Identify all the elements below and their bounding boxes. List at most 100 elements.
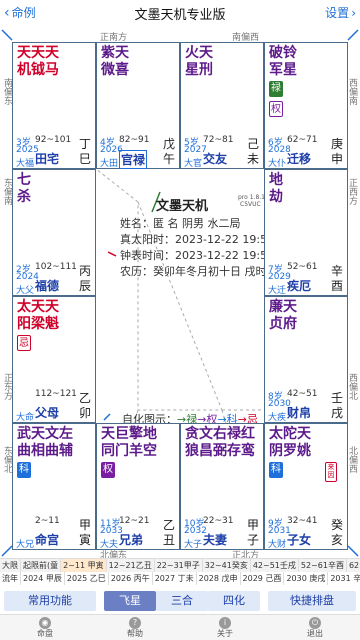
palace-name: 夫妻 — [203, 533, 228, 547]
palace-stars: 廉天 贞府 — [269, 299, 297, 332]
palace-si[interactable]: 天天天 机钺马 3岁 92~101 2025 大福 田宅丁巳 — [12, 42, 96, 169]
daxian-cell[interactable]: 大限 — [0, 559, 21, 572]
tab-help[interactable]: ? 帮助 — [90, 615, 180, 640]
chart-board: 正南方 南偏西 南偏东 西偏南 东偏南 正西方 正东方 西偏北 东偏北 北偏西 … — [0, 28, 360, 561]
daxian-row[interactable]: 大限 起限前(童 2~11 甲寅 12~21乙丑 22~31甲子 32~41癸亥 42~51… — [0, 558, 360, 572]
tab-label: 帮助 — [127, 629, 143, 638]
palace-you[interactable]: 地 劫 7岁 52~61 2029 大迁 疾厄辛酉 — [264, 169, 348, 296]
daxian-cell[interactable]: 52~61辛酉 — [299, 559, 347, 572]
palace-stars: 太天天 阳梁魁 — [17, 299, 59, 332]
exit-icon: ⏻ — [309, 617, 321, 629]
palace-range: 42~51 — [287, 389, 318, 399]
palace-shen[interactable]: 破铃 军星禄权 6岁 62~71 2028 大仆 迁移庚申 — [264, 42, 348, 169]
sanhe-tab[interactable]: 三合 — [156, 591, 208, 611]
palace-range: 52~61 — [287, 262, 318, 272]
liunian-cell[interactable]: 2025 乙巳 — [65, 572, 109, 585]
palace-yin[interactable]: 武天文左 曲相曲辅科 2~11 大兄 命宫甲寅 — [12, 423, 96, 550]
palace-grid: 文墨天机 pro 1.8.11 C5VUC 姓名：匿 名 阴男 水二局 真太阳时… — [12, 42, 348, 550]
sihua-badge: 权 — [101, 462, 115, 478]
palace-footer: 2~11 大兄 命宫甲寅 — [13, 515, 95, 550]
settings-button[interactable]: 设置 › — [325, 4, 356, 21]
palace-mao[interactable]: 太天天 阳梁魁忌 112~121 大命 父母乙卯 — [12, 296, 96, 423]
palace-branch: 丑 — [162, 533, 175, 547]
liunian-cell[interactable]: 2028 戊申 — [197, 572, 241, 585]
palace-footer: 112~121 大命 父母乙卯 — [13, 388, 95, 423]
palace-name: 田宅 — [35, 152, 60, 166]
liunian-cell[interactable]: 2031 辛亥 — [328, 572, 360, 585]
palace-stars: 紫天 微喜 — [101, 45, 129, 78]
palace-footer: 5岁 72~81 2027 大官 交友己未 — [181, 134, 263, 169]
page-title: 文墨天机专业版 — [134, 8, 226, 23]
palace-name: 官禄 — [119, 150, 148, 169]
palace-wu[interactable]: 紫天 微喜 4岁 82~91 2026 大田 官禄戊午 — [96, 42, 180, 169]
tab-about[interactable]: i 关于 — [180, 615, 270, 640]
tab-chart[interactable]: ◉ 命盘 — [0, 615, 90, 640]
daxian-cell[interactable]: 42~51壬戌 — [251, 559, 299, 572]
palace-stars: 太陀天 阴罗姚 — [269, 426, 311, 459]
quick-chart-button[interactable]: 快捷排盘 — [268, 591, 356, 611]
liunian-cell[interactable]: 2029 己酉 — [241, 572, 285, 585]
tab-label: 命盘 — [37, 629, 53, 638]
tab-exit[interactable]: ⏻ 退出 — [270, 615, 360, 640]
chevron-right-icon: › — [351, 5, 356, 20]
palace-range: 12~21 — [119, 516, 150, 526]
palace-daxian-tag: 大夫 — [100, 540, 119, 550]
liunian-row[interactable]: 流年 2024 甲辰 2025 乙巳 2026 丙午 2027 丁未 2028 戊申 202… — [0, 572, 360, 586]
flying-star-tab[interactable]: 飞星 — [104, 591, 156, 611]
palace-name: 子女 — [287, 533, 312, 547]
liunian-cell[interactable]: 流年 — [0, 572, 21, 585]
info-icon: i — [219, 617, 231, 629]
palace-footer: 7岁 52~61 2029 大迁 疾厄辛酉 — [265, 261, 347, 296]
palace-zi[interactable]: 贪文右禄红 狼昌弼存鸾 10岁 22~31 2032 大子 夫妻甲子 — [180, 423, 264, 550]
daxian-cell[interactable]: 62~71庚申 — [347, 559, 360, 572]
mode-bar: 常用功能 飞星 三合 四化 快捷排盘 — [0, 588, 360, 614]
palace-footer: 11岁 12~21 2033 大夫 兄弟乙丑 — [97, 515, 179, 550]
center-solar-time: 真太阳时：2023-12-22 19:51 — [120, 233, 275, 246]
palace-range: 102~111 — [35, 262, 77, 272]
palace-chou[interactable]: 天巨擎地 同门羊空权 11岁 12~21 2033 大夫 兄弟乙丑 — [96, 423, 180, 550]
common-functions-button[interactable]: 常用功能 — [4, 591, 96, 611]
liunian-cell[interactable]: 2027 丁未 — [153, 572, 197, 585]
palace-stars: 贪文右禄红 狼昌弼存鸾 — [185, 426, 255, 459]
daxian-cell[interactable]: 2~11 甲寅 — [61, 559, 107, 572]
center-code: C5VUC — [240, 201, 261, 208]
palace-range: 62~71 — [287, 135, 318, 145]
daxian-cell[interactable]: 22~31甲子 — [155, 559, 203, 572]
palace-branch: 辰 — [78, 279, 91, 293]
palace-stars: 地 劫 — [269, 172, 283, 205]
palace-daxian-tag: 大福 — [16, 159, 35, 169]
palace-footer: 2岁 102~111 2024 大父 福德丙辰 — [13, 261, 95, 296]
daxian-cell[interactable]: 32~41癸亥 — [203, 559, 251, 572]
palace-branch: 未 — [246, 152, 259, 166]
palace-stars: 武天文左 曲相曲辅 — [17, 426, 73, 459]
palace-daxian-tag: 大迁 — [268, 286, 287, 296]
liunian-cell[interactable]: 2024 甲辰 — [21, 572, 65, 585]
palace-range: 112~121 — [35, 389, 77, 399]
header: ‹ 命例 文墨天机专业版 设置 › — [0, 0, 360, 28]
palace-range: 72~81 — [203, 135, 234, 145]
sihua-badge: 科 — [17, 462, 31, 478]
sihua-badge: 来因 — [325, 462, 337, 482]
ziwei-chart-app: ‹ 命例 文墨天机专业版 设置 › 正南方 南偏西 南偏东 西偏南 东偏南 正西… — [0, 0, 360, 640]
sihua-badge: 权 — [269, 101, 283, 117]
palace-hai[interactable]: 太陀天 阴罗姚科 来因 9岁 32~41 2031 大财 子女癸亥 — [264, 423, 348, 550]
palace-wei[interactable]: 火天 星刑 5岁 72~81 2027 大官 交友己未 — [180, 42, 264, 169]
palace-xu[interactable]: 廉天 贞府 8岁 42~51 2030 大疾 财帛壬戌 — [264, 296, 348, 423]
daxian-cell[interactable]: 起限前(童 — [21, 559, 62, 572]
palace-chen[interactable]: 七 杀 2岁 102~111 2024 大父 福德丙辰 — [12, 169, 96, 296]
liunian-cell[interactable]: 2030 庚戌 — [284, 572, 329, 585]
palace-stars: 天天天 机钺马 — [17, 45, 59, 78]
palace-footer: 6岁 62~71 2028 大仆 迁移庚申 — [265, 134, 347, 169]
sihua-tab[interactable]: 四化 — [208, 591, 260, 611]
palace-daxian-tag: 大兄 — [16, 540, 35, 550]
sihua-badge: 禄 — [269, 81, 283, 97]
bottom-tab-bar: ◉ 命盘 ? 帮助 i 关于 ⏻ 退出 — [0, 614, 360, 640]
daxian-cell[interactable]: 12~21乙丑 — [107, 559, 155, 572]
palace-branch: 亥 — [330, 533, 343, 547]
palace-daxian-tag: 大疾 — [268, 413, 287, 423]
palace-branch: 子 — [246, 533, 259, 547]
liunian-cell[interactable]: 2026 丙午 — [109, 572, 153, 585]
palace-daxian-tag: 大父 — [16, 286, 35, 296]
center-title: 文墨天机 — [156, 199, 209, 214]
sihua-badge: 科 — [269, 462, 283, 478]
